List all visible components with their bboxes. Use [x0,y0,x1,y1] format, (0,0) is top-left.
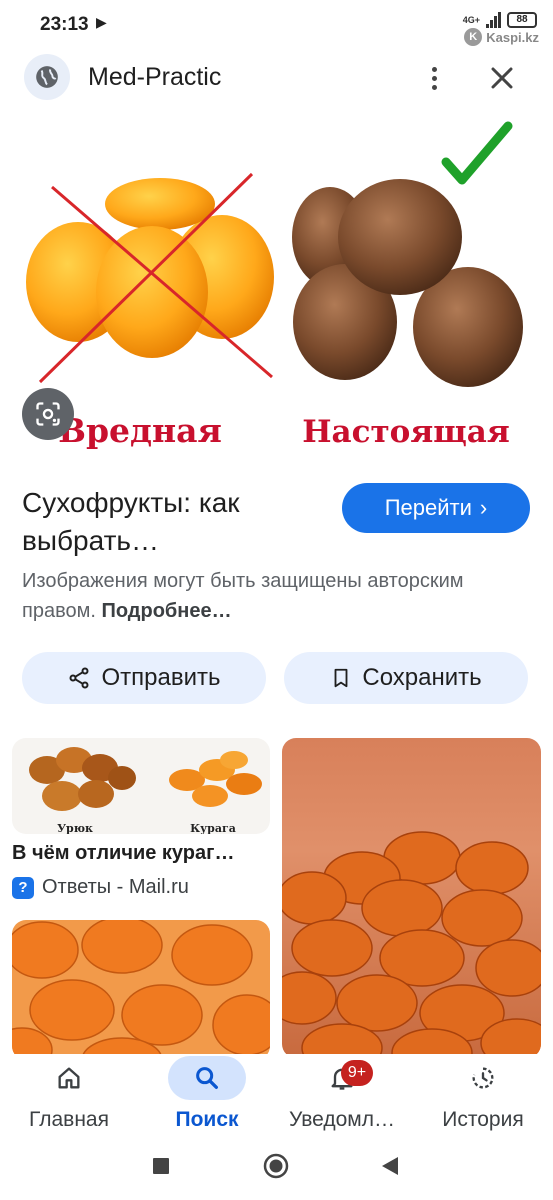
related-card-1-source[interactable]: ? Ответы - Mail.ru [12,876,189,899]
result-title-line2: выбрать… [22,525,159,556]
nav-home[interactable]: Главная [14,1054,124,1136]
watermark-text: Kaspi.kz [486,29,539,45]
nav-search[interactable]: Поиск [152,1054,262,1136]
bottom-navigation: Главная Поиск 9+ Уведомл… История [0,1054,553,1136]
more-vert-icon[interactable] [418,60,450,96]
nav-search-label: Поиск [175,1108,239,1131]
bad-label: Вредная [58,411,222,450]
related-card-2-image[interactable] [282,738,541,1058]
related-card-1-source-name: Ответы - Mail.ru [42,876,189,898]
search-icon [168,1056,246,1100]
recents-icon[interactable] [153,1158,169,1174]
site-name[interactable]: Med-Practic [88,63,221,92]
google-lens-icon [36,402,60,426]
signal-icon [486,12,501,28]
uryuk-caption: Урюк [57,822,93,834]
nav-history-label: История [442,1108,524,1131]
nav-notifications[interactable]: 9+ Уведомл… [282,1054,402,1136]
system-navigation-bar [0,1136,553,1200]
learn-more-link[interactable]: Подробнее… [101,600,231,622]
related-card-1-title[interactable]: В чём отличие кураг… [12,842,234,865]
kuraga-caption: Курага [190,822,236,834]
share-button[interactable]: Отправить [22,652,266,704]
notification-badge: 9+ [341,1060,373,1086]
visit-button[interactable]: Перейти › [342,483,530,533]
save-button[interactable]: Сохранить [284,652,528,704]
copyright-notice: Изображения могут быть защищены авторски… [22,566,532,626]
share-button-label: Отправить [101,664,221,691]
viewer-header: Med-Practic [0,52,553,104]
result-title[interactable]: Сухофрукты: как выбрать… [22,484,322,560]
bookmark-icon [334,668,348,688]
related-card-1-image[interactable]: Урюк Курага [12,738,270,834]
related-card-3-image[interactable] [12,920,270,1060]
kaspi-logo-icon: K [464,28,483,46]
result-title-line1: Сухофрукты: как [22,487,240,518]
play-store-notification-icon: ▶ [96,14,107,30]
copyright-text: Изображения могут быть защищены авторски… [22,570,464,622]
visit-button-label: Перейти [384,495,472,520]
status-indicators: 4G+ 88 [463,12,537,28]
dried-apricots-comparison-image: Вредная Настоящая [26,121,523,450]
status-time: 23:13 [40,14,89,35]
real-label: Настоящая [302,414,510,450]
close-icon[interactable] [484,60,520,96]
globe-icon[interactable] [24,54,70,100]
battery-icon: 88 [507,12,537,28]
bell-icon: 9+ [303,1056,381,1100]
image-viewer-page: 23:13 ▶ 4G+ 88 K Kaspi.kz Med-Practic Вр… [0,0,553,1200]
main-image[interactable]: Вредная Настоящая [0,112,553,462]
chevron-right-icon: › [479,495,488,520]
home-icon [30,1056,108,1100]
nav-home-label: Главная [29,1108,109,1131]
history-icon [444,1056,522,1100]
back-icon[interactable] [382,1157,398,1175]
nav-notifications-label: Уведомл… [289,1108,395,1131]
lens-search-button[interactable] [22,388,74,440]
status-bar: 23:13 ▶ 4G+ 88 K Kaspi.kz [0,0,553,50]
watermark: K Kaspi.kz [464,28,539,46]
question-icon: ? [12,876,34,899]
save-button-label: Сохранить [362,664,482,691]
nav-history[interactable]: История [428,1054,538,1136]
share-icon [69,667,89,689]
network-type: 4G+ [462,14,480,25]
